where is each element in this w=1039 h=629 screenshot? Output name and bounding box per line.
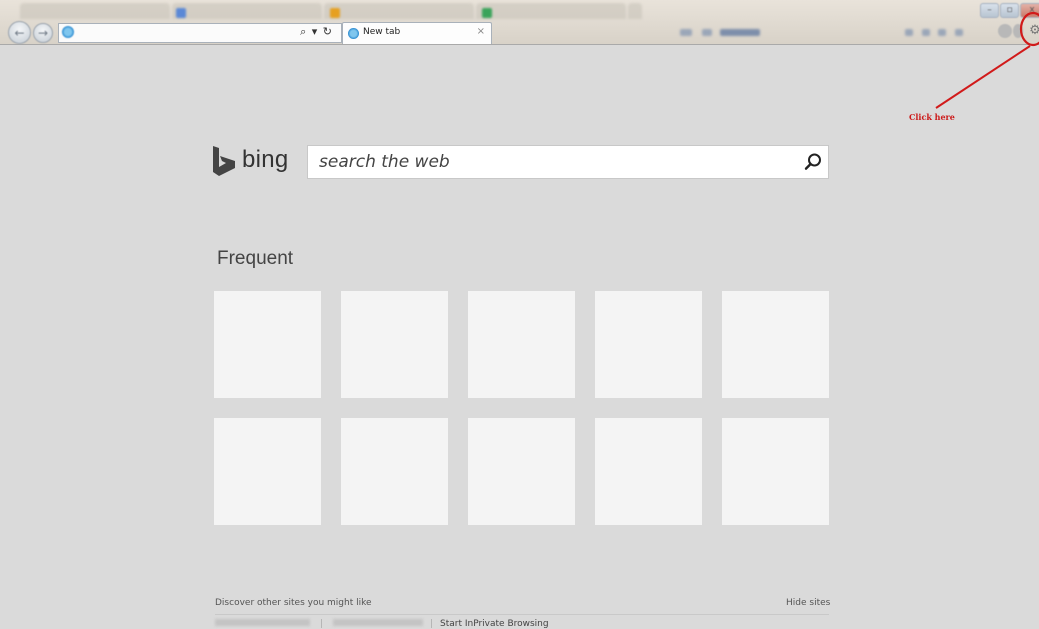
frequent-site-tile[interactable] — [722, 291, 829, 398]
discover-sites-link[interactable]: Discover other sites you might like — [215, 598, 372, 608]
tab-new-tab[interactable]: New tab × — [342, 22, 492, 44]
search-box — [307, 145, 829, 179]
frequent-site-tile[interactable] — [214, 291, 321, 398]
favorites-bar-item[interactable] — [720, 29, 760, 36]
frequent-site-tile[interactable] — [468, 291, 575, 398]
favorites-bar-item[interactable] — [938, 29, 946, 36]
background-tab[interactable] — [20, 3, 170, 19]
favorites-bar-item[interactable] — [702, 29, 712, 36]
star-icon[interactable] — [1013, 24, 1023, 38]
frequent-site-tile[interactable] — [341, 418, 448, 525]
footer-divider — [215, 614, 829, 615]
frequent-site-tile[interactable] — [722, 418, 829, 525]
background-tab[interactable] — [324, 3, 474, 19]
address-tools[interactable]: ⌕ ▾ ↻ — [300, 25, 333, 39]
favorites-bar-item[interactable] — [905, 29, 913, 36]
frequent-site-tile[interactable] — [595, 418, 702, 525]
frequent-site-tile[interactable] — [595, 291, 702, 398]
frequent-site-tile[interactable] — [468, 418, 575, 525]
favorites-bar-item[interactable] — [922, 29, 930, 36]
minimize-button[interactable]: – — [980, 3, 999, 18]
frequent-site-tile[interactable] — [341, 291, 448, 398]
back-arrow-icon[interactable]: ← — [8, 21, 31, 44]
ie-logo-icon — [62, 26, 74, 38]
footer-separator: | — [430, 619, 434, 629]
inprivate-browsing-link[interactable]: Start InPrivate Browsing — [440, 619, 549, 629]
bing-logo-icon — [211, 145, 237, 181]
close-window-button[interactable]: x — [1020, 3, 1039, 18]
favorites-bar — [680, 27, 980, 39]
home-icon[interactable] — [998, 24, 1012, 38]
favorites-bar-item[interactable] — [680, 29, 692, 36]
search-icon[interactable] — [802, 151, 824, 173]
tab-close-icon[interactable]: × — [477, 26, 485, 37]
annotation-label: Click here — [909, 112, 955, 122]
hide-sites-link[interactable]: Hide sites — [786, 598, 830, 608]
background-tab[interactable] — [476, 3, 626, 19]
tab-favicon-icon — [330, 8, 340, 18]
tab-favicon-icon — [176, 8, 186, 18]
maximize-button[interactable]: ▫ — [1000, 3, 1019, 18]
search-input[interactable] — [308, 146, 788, 178]
ie-logo-icon — [348, 28, 359, 39]
reopen-closed-tabs-link[interactable] — [215, 619, 310, 626]
tab-favicon-icon — [482, 8, 492, 18]
gear-icon[interactable]: ⚙ — [1028, 24, 1039, 38]
forward-arrow-icon[interactable]: → — [33, 23, 53, 43]
favorites-bar-item[interactable] — [955, 29, 963, 36]
reopen-last-session-link[interactable] — [333, 619, 423, 626]
new-tab-button[interactable] — [628, 3, 642, 19]
annotation-arrow — [935, 45, 1031, 109]
background-tab[interactable] — [172, 3, 322, 19]
frequent-heading: Frequent — [217, 248, 294, 269]
background-tab-strip — [0, 0, 1039, 20]
address-bar[interactable]: ⌕ ▾ ↻ — [58, 23, 342, 43]
frequent-site-tile[interactable] — [214, 418, 321, 525]
browser-chrome: – ▫ x ← → ⌕ ▾ ↻ New tab × ⚙ — [0, 0, 1039, 45]
bing-brand: bing — [242, 146, 289, 173]
footer-separator: | — [320, 619, 324, 629]
tab-title: New tab — [363, 27, 401, 37]
